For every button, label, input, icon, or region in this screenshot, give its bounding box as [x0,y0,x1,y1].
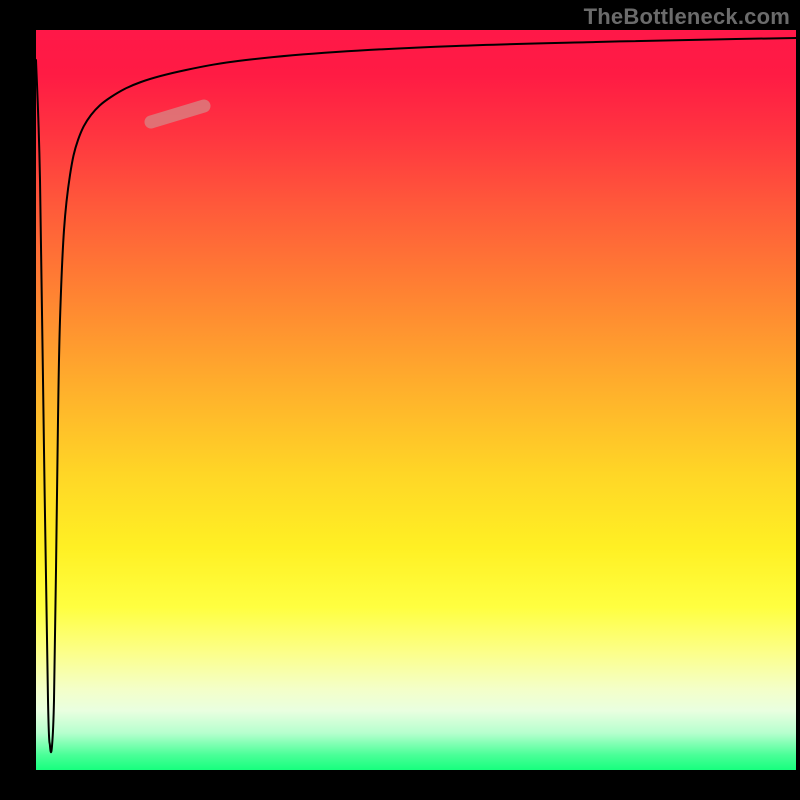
attribution-text: TheBottleneck.com [584,4,790,30]
chart-frame: TheBottleneck.com [0,0,800,800]
curve-layer [36,30,796,770]
bottleneck-curve [36,38,796,752]
plot-area [36,30,796,770]
highlight-segment [151,106,204,122]
